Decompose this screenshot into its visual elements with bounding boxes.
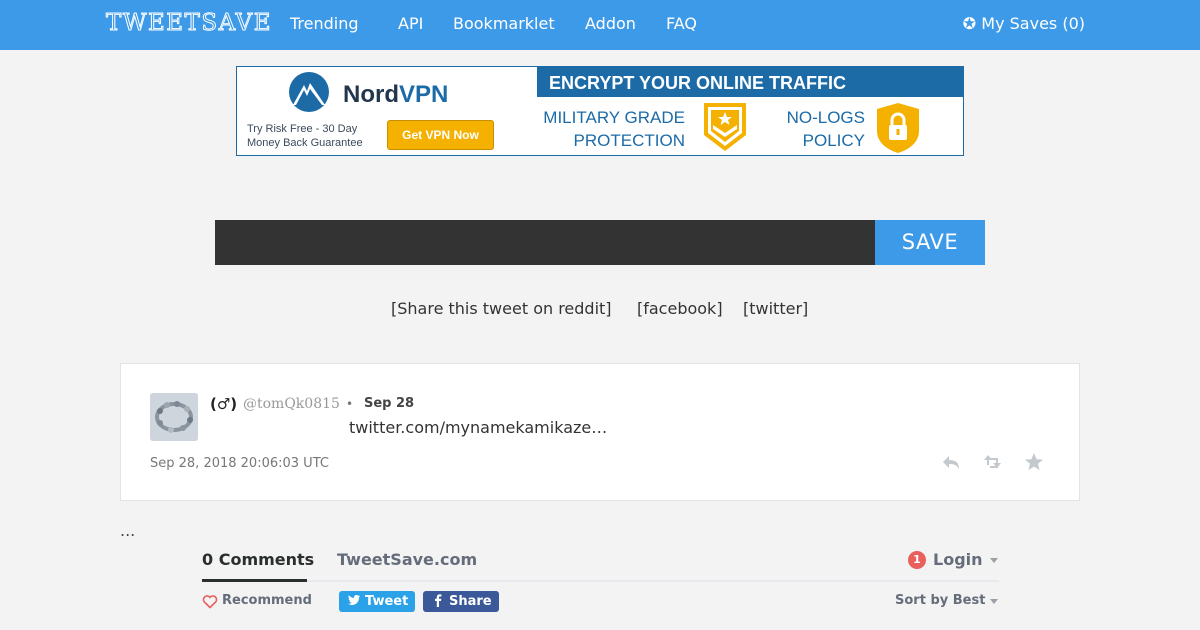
recommend-button[interactable]: Recommend — [222, 593, 312, 608]
nordvpn-logo-icon — [289, 72, 329, 112]
chevron-down-icon[interactable] — [990, 599, 998, 604]
ad-headline: ENCRYPT YOUR ONLINE TRAFFIC — [537, 67, 963, 97]
active-tab-underline — [202, 579, 307, 582]
heart-icon[interactable] — [202, 594, 218, 609]
twitter-bird-icon — [348, 594, 360, 605]
tweet-text[interactable]: twitter.com/mynamekamikaze… — [349, 418, 607, 437]
tweet-card: (♂) @tomQk0815 • Sep 28 twitter.com/myna… — [120, 363, 1080, 501]
site-community-tab[interactable]: TweetSave.com — [337, 550, 477, 569]
comments-divider — [202, 580, 999, 582]
notification-badge[interactable]: 1 — [908, 551, 926, 569]
sort-dropdown[interactable]: Sort by Best — [895, 593, 985, 608]
tweet-timestamp: Sep 28, 2018 20:06:03 UTC — [150, 456, 329, 471]
site-logo[interactable]: TWEETSAVE — [105, 10, 272, 37]
tweet-author-handle[interactable]: @tomQk0815 — [243, 396, 340, 412]
tweet-url-input[interactable] — [215, 220, 875, 265]
shield-badge-icon — [704, 103, 746, 151]
top-navbar: TWEETSAVE Trending API Bookmarklet Addon… — [0, 0, 1200, 50]
comments-count-tab[interactable]: 0 Comments — [202, 550, 314, 569]
share-facebook-link[interactable]: [facebook] — [637, 299, 723, 318]
nav-api[interactable]: API — [398, 14, 423, 33]
share-twitter-link[interactable]: [twitter] — [743, 299, 808, 318]
avatar[interactable] — [150, 393, 198, 441]
ad-feature-military: MILITARY GRADE PROTECTION — [543, 108, 685, 150]
my-saves-link[interactable]: ✪ My Saves (0) — [963, 14, 1085, 33]
share-reddit-link[interactable]: [Share this tweet on reddit] — [391, 299, 612, 318]
ad-brand: NordVPN — [287, 72, 487, 114]
reply-icon[interactable] — [940, 451, 962, 473]
ad-tagline: Try Risk Free - 30 Day Money Back Guaran… — [247, 123, 363, 149]
facebook-f-icon — [435, 594, 442, 607]
ad-brand-name: NordVPN — [343, 81, 449, 108]
tweet-author-name[interactable]: (♂) — [210, 395, 237, 413]
nav-faq[interactable]: FAQ — [666, 14, 697, 33]
nav-trending[interactable]: Trending — [290, 14, 359, 33]
ellipsis-text: ... — [120, 521, 136, 540]
lock-shield-icon — [877, 103, 919, 153]
ad-banner[interactable]: NordVPN Try Risk Free - 30 Day Money Bac… — [236, 66, 964, 156]
nav-bookmarklet[interactable]: Bookmarklet — [453, 14, 555, 33]
avatar-image — [150, 393, 198, 441]
ad-feature-nologs: NO-LOGS POLICY — [786, 108, 865, 150]
ad-cta-button[interactable]: Get VPN Now — [387, 120, 494, 150]
tweet-share-button[interactable]: Tweet — [339, 591, 415, 612]
login-dropdown[interactable]: Login — [933, 550, 983, 569]
chevron-down-icon[interactable] — [990, 558, 998, 563]
save-button[interactable]: SAVE — [875, 220, 985, 265]
facebook-share-button[interactable]: Share — [423, 591, 499, 612]
tweet-date[interactable]: Sep 28 — [364, 396, 414, 411]
tweet-separator: • — [346, 397, 354, 411]
nav-addon[interactable]: Addon — [585, 14, 636, 33]
favorite-icon[interactable] — [1023, 451, 1045, 473]
retweet-icon[interactable] — [982, 451, 1004, 473]
